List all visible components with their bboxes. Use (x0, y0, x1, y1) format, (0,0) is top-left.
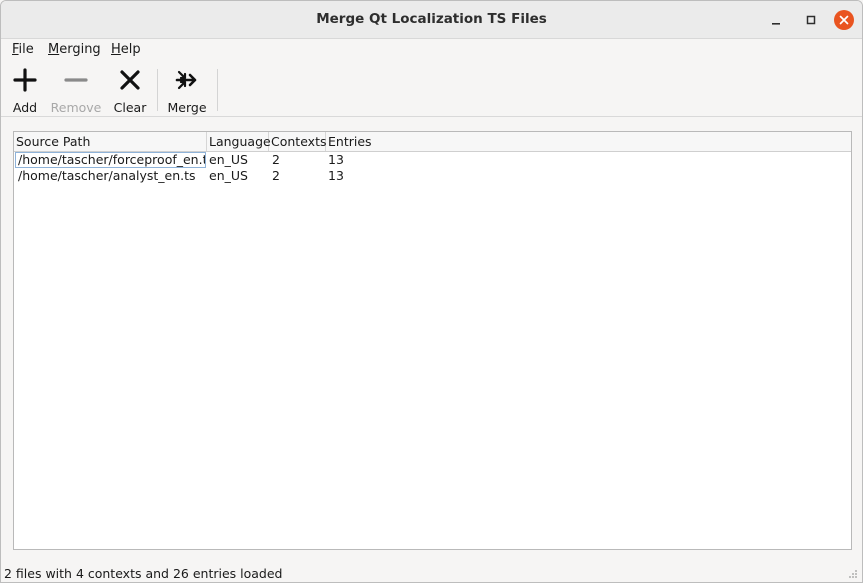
table-header: Source Path Language Contexts Entries (14, 132, 851, 152)
toolbar-separator (217, 69, 218, 111)
menu-merging[interactable]: Merging (48, 42, 101, 57)
cell-language[interactable]: en_US (206, 168, 268, 184)
close-icon (834, 10, 854, 30)
minus-icon (64, 78, 88, 82)
menu-help-mnemonic: H (111, 42, 121, 57)
table-row[interactable]: /home/tascher/analyst_en.ts en_US 2 13 (14, 168, 851, 184)
x-icon (120, 70, 140, 90)
title-bar[interactable]: Merge Qt Localization TS Files (1, 1, 862, 39)
plus-icon (13, 68, 37, 92)
files-table[interactable]: Source Path Language Contexts Entries /h… (13, 131, 852, 550)
cell-entries[interactable]: 13 (325, 152, 385, 168)
remove-button-label: Remove (50, 100, 102, 115)
resize-grip-icon[interactable] (848, 569, 858, 579)
add-button[interactable]: Add (7, 65, 43, 115)
menu-help-label: elp (120, 42, 141, 57)
table-row[interactable]: /home/tascher/forceproof_en.ts en_US 2 1… (14, 152, 851, 168)
menu-help[interactable]: Help (111, 42, 141, 57)
column-header-language[interactable]: Language (207, 132, 271, 151)
column-header-source-path[interactable]: Source Path (14, 132, 207, 151)
menu-file[interactable]: File (12, 42, 34, 57)
column-header-contexts[interactable]: Contexts (269, 132, 326, 151)
main-window: Merge Qt Localization TS Files File Merg… (0, 0, 863, 583)
cell-source-path[interactable]: /home/tascher/analyst_en.ts (15, 168, 206, 184)
minimize-button[interactable] (765, 9, 787, 31)
cell-language[interactable]: en_US (206, 152, 268, 168)
window-title: Merge Qt Localization TS Files (316, 11, 547, 27)
toolbar-separator (157, 69, 158, 111)
clear-button-label: Clear (113, 100, 147, 115)
add-button-label: Add (12, 100, 38, 115)
menu-bar: File Merging Help (1, 39, 862, 61)
menu-merging-mnemonic: M (48, 42, 60, 57)
clear-button[interactable]: Clear (111, 65, 149, 115)
cell-contexts[interactable]: 2 (269, 152, 326, 168)
merge-button[interactable]: Merge (164, 65, 210, 115)
merge-arrows-icon (175, 70, 197, 90)
close-button[interactable] (833, 9, 855, 31)
toolbar: Add Remove Clear Merge (1, 61, 862, 117)
cell-source-path[interactable]: /home/tascher/forceproof_en.ts (15, 152, 206, 168)
maximize-icon (806, 15, 816, 25)
maximize-button[interactable] (800, 9, 822, 31)
merge-button-label: Merge (167, 100, 207, 115)
column-header-entries[interactable]: Entries (326, 132, 851, 151)
minimize-icon (772, 23, 780, 25)
remove-button[interactable]: Remove (49, 65, 103, 115)
status-bar-text: 2 files with 4 contexts and 26 entries l… (4, 566, 283, 581)
cell-contexts[interactable]: 2 (269, 168, 326, 184)
menu-file-label: ile (18, 42, 34, 57)
menu-merging-label: erging (59, 42, 101, 57)
cell-entries[interactable]: 13 (325, 168, 385, 184)
